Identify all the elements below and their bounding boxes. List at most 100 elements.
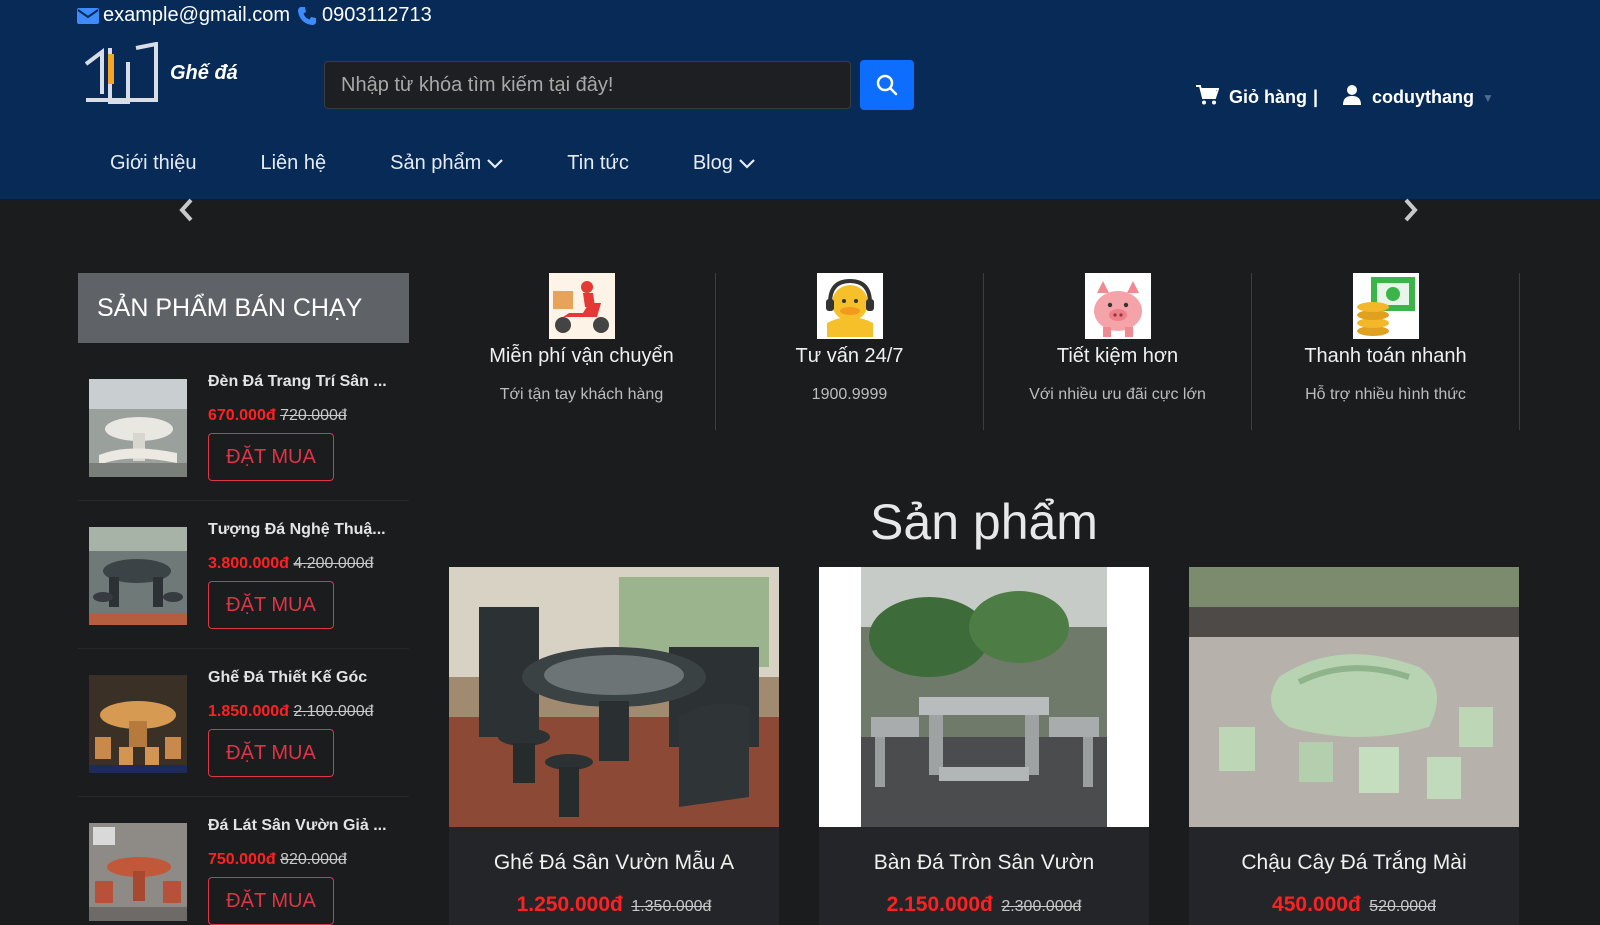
- list-item: Đá Lát Sân Vườn Giả ... 750.000đ 820.000…: [78, 797, 409, 925]
- order-button[interactable]: ĐẶT MUA: [208, 877, 334, 925]
- product-name[interactable]: Chậu Cây Đá Trắng Mài: [1189, 851, 1519, 875]
- support-headset-icon: [816, 273, 883, 339]
- feature-subtitle: Tới tận tay khách hàng: [499, 386, 664, 403]
- product-image[interactable]: [1189, 567, 1519, 827]
- nav-item-gioi-thieu[interactable]: Giới thiệu: [110, 152, 196, 175]
- current-price: 3.800.000đ: [208, 555, 289, 572]
- feature-subtitle: Với nhiều ưu đãi cực lớn: [1029, 386, 1206, 403]
- current-price: 450.000đ: [1272, 893, 1361, 916]
- bestseller-title: SẢN PHẨM BÁN CHẠY: [78, 273, 409, 343]
- feature-free-shipping: Miễn phí vận chuyển Tới tận tay khách hà…: [448, 273, 716, 430]
- product-name[interactable]: Bàn Đá Tròn Sân Vườn: [819, 851, 1149, 875]
- nav-item-tin-tuc[interactable]: Tin tức: [567, 152, 629, 175]
- logo-mark-icon: [84, 41, 158, 104]
- search-button[interactable]: [860, 60, 914, 110]
- features-row: Miễn phí vận chuyển Tới tận tay khách hà…: [448, 273, 1520, 430]
- account-dropdown-icon[interactable]: ▼: [1482, 91, 1494, 105]
- nav-item-blog[interactable]: Blog: [693, 152, 755, 175]
- product-price: 450.000đ 520.000đ: [1189, 893, 1519, 917]
- mail-icon: [77, 7, 99, 25]
- cart-link[interactable]: Giỏ hàng: [1229, 87, 1307, 108]
- product-price: 750.000đ 820.000đ: [208, 851, 347, 869]
- current-price: 750.000đ: [208, 851, 276, 868]
- account-area: Giỏ hàng | coduythang ▼: [1195, 84, 1494, 111]
- product-name[interactable]: Ghế Đá Thiết Kế Góc: [208, 669, 404, 687]
- product-name[interactable]: Đèn Đá Trang Trí Sân ...: [208, 373, 404, 391]
- old-price: 720.000đ: [280, 407, 347, 424]
- contact-phone[interactable]: 0903112713: [322, 4, 432, 27]
- carousel-next-button[interactable]: [1399, 196, 1423, 224]
- old-price: 2.100.000đ: [293, 703, 374, 720]
- feature-title: Tiết kiệm hơn: [1056, 345, 1179, 367]
- product-thumbnail[interactable]: [89, 379, 187, 477]
- username-link[interactable]: coduythang: [1372, 87, 1474, 108]
- product-card[interactable]: Chậu Cây Đá Trắng Mài 450.000đ 520.000đ: [1189, 567, 1519, 925]
- nav-label: Sản phẩm: [390, 152, 482, 174]
- order-button[interactable]: ĐẶT MUA: [208, 581, 334, 629]
- contact-bar: example@gmail.com 0903112713: [77, 4, 432, 27]
- chevron-down-icon: [487, 158, 504, 169]
- feature-title: Miễn phí vận chuyển: [489, 345, 674, 367]
- list-item: Tượng Đá Nghệ Thuậ... 3.800.000đ 4.200.0…: [78, 501, 409, 649]
- product-card[interactable]: Bàn Đá Tròn Sân Vườn 2.150.000đ 2.300.00…: [819, 567, 1149, 925]
- feature-support: Tư vấn 24/7 1900.9999: [716, 273, 984, 430]
- product-price: 1.850.000đ 2.100.000đ: [208, 703, 373, 721]
- user-icon: [1342, 84, 1362, 111]
- delivery-scooter-icon: [548, 273, 615, 339]
- list-item: Đèn Đá Trang Trí Sân ... 670.000đ 720.00…: [78, 353, 409, 501]
- cart-icon[interactable]: [1195, 84, 1220, 111]
- product-thumbnail[interactable]: [89, 675, 187, 773]
- search-input[interactable]: [341, 73, 834, 97]
- order-button[interactable]: ĐẶT MUA: [208, 729, 334, 777]
- piggy-bank-icon: [1084, 273, 1151, 339]
- chevron-left-icon: [179, 198, 193, 222]
- search-box: [324, 61, 851, 109]
- current-price: 1.250.000đ: [516, 893, 623, 916]
- search-icon: [876, 74, 898, 96]
- nav-label: Tin tức: [567, 152, 629, 174]
- product-name[interactable]: Ghế Đá Sân Vườn Mẫu A: [449, 851, 779, 875]
- site-header: example@gmail.com 0903112713 Ghế đá Giỏ …: [0, 0, 1600, 199]
- main-nav: Giới thiệu Liên hệ Sản phẩm Tin tức Blog: [110, 152, 819, 175]
- old-price: 2.300.000đ: [1001, 898, 1082, 915]
- feature-title: Tư vấn 24/7: [795, 345, 904, 367]
- product-thumbnail[interactable]: [89, 823, 187, 921]
- product-name[interactable]: Tượng Đá Nghệ Thuậ...: [208, 521, 404, 539]
- carousel-prev-button[interactable]: [174, 196, 198, 224]
- feature-fast-payment: Thanh toán nhanh Hỗ trợ nhiều hình thức: [1252, 273, 1520, 430]
- site-logo[interactable]: Ghế đá: [84, 41, 244, 106]
- products-section-title: Sản phẩm: [870, 494, 1098, 550]
- current-price: 670.000đ: [208, 407, 276, 424]
- product-image[interactable]: [819, 567, 1149, 827]
- feature-title: Thanh toán nhanh: [1304, 345, 1467, 367]
- nav-label: Blog: [692, 152, 733, 174]
- product-name[interactable]: Đá Lát Sân Vườn Giả ...: [208, 817, 404, 835]
- product-price: 3.800.000đ 4.200.000đ: [208, 555, 373, 573]
- product-price: 2.150.000đ 2.300.000đ: [819, 893, 1149, 917]
- feature-subtitle: Hỗ trợ nhiều hình thức: [1305, 386, 1466, 403]
- order-button[interactable]: ĐẶT MUA: [208, 433, 334, 481]
- coins-payment-icon: [1352, 273, 1419, 339]
- current-price: 2.150.000đ: [886, 893, 993, 916]
- list-item: Ghế Đá Thiết Kế Góc 1.850.000đ 2.100.000…: [78, 649, 409, 797]
- phone-icon: [296, 6, 318, 25]
- old-price: 820.000đ: [280, 851, 347, 868]
- nav-label: Liên hệ: [260, 152, 327, 174]
- product-price: 1.250.000đ 1.350.000đ: [449, 893, 779, 917]
- logo-brand-text: Ghế đá: [170, 62, 238, 84]
- contact-email[interactable]: example@gmail.com: [103, 4, 290, 27]
- bestseller-list: Đèn Đá Trang Trí Sân ... 670.000đ 720.00…: [78, 353, 409, 925]
- chevron-right-icon: [1404, 198, 1418, 222]
- product-card[interactable]: Ghế Đá Sân Vườn Mẫu A 1.250.000đ 1.350.0…: [449, 567, 779, 925]
- product-image[interactable]: [449, 567, 779, 827]
- feature-savings: Tiết kiệm hơn Với nhiều ưu đãi cực lớn: [984, 273, 1252, 430]
- product-price: 670.000đ 720.000đ: [208, 407, 347, 425]
- product-thumbnail[interactable]: [89, 527, 187, 625]
- old-price: 4.200.000đ: [293, 555, 374, 572]
- feature-subtitle: 1900.9999: [811, 386, 888, 403]
- chevron-down-icon: [739, 158, 755, 169]
- nav-item-lien-he[interactable]: Liên hệ: [260, 152, 326, 175]
- current-price: 1.850.000đ: [208, 703, 289, 720]
- nav-item-san-pham[interactable]: Sản phẩm: [390, 152, 504, 175]
- product-grid: Ghế Đá Sân Vườn Mẫu A 1.250.000đ 1.350.0…: [449, 567, 1519, 925]
